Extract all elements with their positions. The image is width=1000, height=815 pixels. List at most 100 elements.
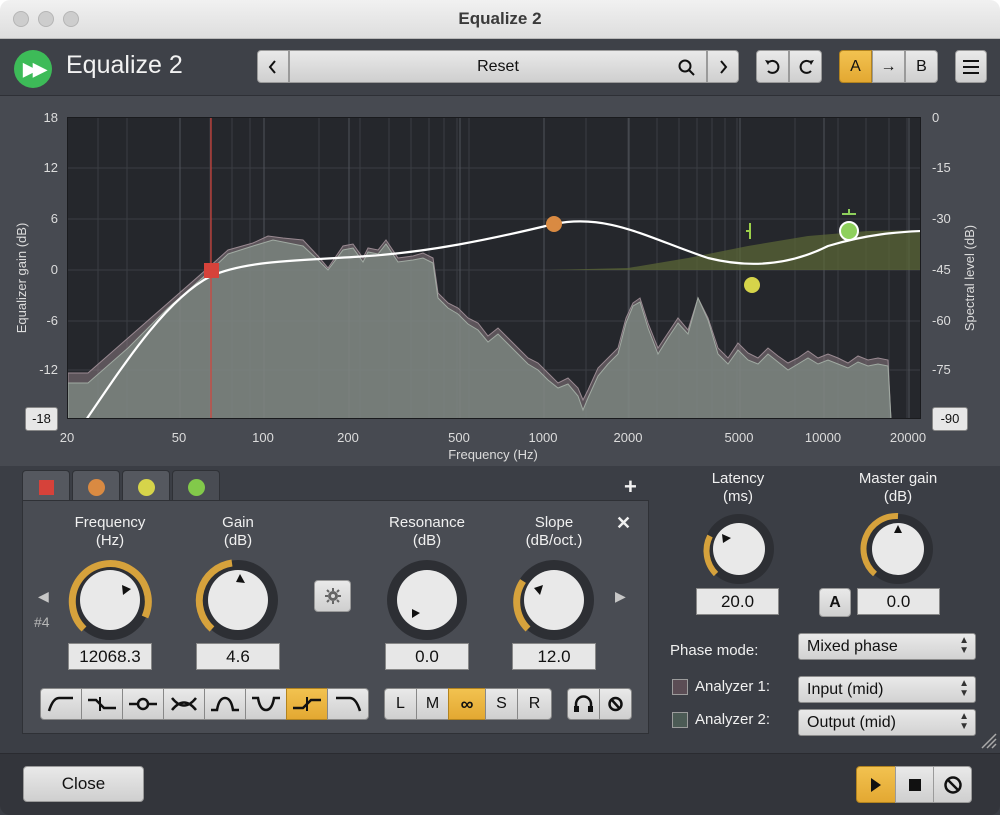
- master-gain-label: Master gain (dB): [858, 470, 938, 505]
- band-tab-2[interactable]: [72, 470, 120, 501]
- play-logo-icon[interactable]: ▶▶: [14, 50, 52, 88]
- next-band-icon[interactable]: ▶: [615, 588, 626, 605]
- menu-button[interactable]: [955, 50, 987, 83]
- previous-preset-button[interactable]: [257, 50, 289, 83]
- plugin-footer: [0, 753, 1000, 815]
- slope-value[interactable]: 12.0: [512, 643, 596, 670]
- band1-handle[interactable]: [204, 263, 219, 278]
- band-settings-button[interactable]: [314, 580, 351, 612]
- resonance-value[interactable]: 0.0: [385, 643, 469, 670]
- right-tick: -75: [932, 362, 951, 377]
- analyzer-2-label: Analyzer 2:: [695, 711, 771, 728]
- band-index-label: #4: [34, 614, 50, 630]
- left-tick: 12: [43, 160, 58, 175]
- right-tick: -60: [932, 313, 951, 328]
- high-shelf-icon: [293, 697, 321, 711]
- previous-band-icon[interactable]: ◀: [38, 588, 49, 605]
- frequency-value[interactable]: 12068.3: [68, 643, 152, 670]
- high-cut-filter-button[interactable]: [327, 688, 369, 720]
- frequency-knob[interactable]: [65, 555, 155, 645]
- ab-copy-arrow-button[interactable]: →: [872, 50, 905, 83]
- delete-band-icon[interactable]: ✕: [616, 513, 631, 534]
- gain-label: Gain (dB): [222, 514, 254, 549]
- band4-handle[interactable]: [839, 221, 859, 241]
- left-tick: 6: [50, 211, 58, 226]
- search-icon[interactable]: [678, 59, 696, 77]
- high-shelf-filter-button[interactable]: [286, 688, 328, 720]
- select-arrows-icon: ▲ ▼: [959, 711, 969, 732]
- right-axis-min-value[interactable]: -90: [932, 407, 968, 431]
- left-tick: -12: [39, 362, 58, 377]
- x-tick: 20: [59, 430, 75, 445]
- band-tab-3[interactable]: [122, 470, 170, 501]
- bandpass-filter-button[interactable]: [204, 688, 246, 720]
- right-tick: 0: [932, 110, 940, 125]
- band3-handle[interactable]: [744, 277, 760, 293]
- x-tick: 100: [252, 430, 274, 445]
- analyzer-2-checkbox[interactable]: [672, 712, 688, 728]
- resonance-knob[interactable]: [382, 555, 472, 645]
- left-tick: -6: [46, 313, 58, 328]
- window-title: Equalize 2: [458, 9, 542, 28]
- master-gain-value[interactable]: 0.0: [857, 588, 940, 615]
- redo-button[interactable]: [789, 50, 822, 83]
- band-listen-button[interactable]: [567, 688, 600, 720]
- analyzer-1-select[interactable]: Input (mid) ▲ ▼: [798, 676, 976, 703]
- left-tick: 0: [50, 262, 58, 277]
- peak-filter-button[interactable]: [122, 688, 164, 720]
- phase-mode-select[interactable]: Mixed phase ▲ ▼: [798, 633, 976, 660]
- channel-mid-button[interactable]: M: [416, 688, 449, 720]
- notch-filter-button[interactable]: [163, 688, 205, 720]
- undo-icon: [764, 59, 779, 74]
- band-tab-4[interactable]: [172, 470, 220, 502]
- latency-knob[interactable]: [700, 510, 778, 588]
- preset-name: Reset: [477, 58, 519, 75]
- x-tick: 500: [448, 430, 470, 445]
- preview-bypass-button[interactable]: [933, 766, 972, 803]
- phase-mode-label: Phase mode:: [670, 642, 759, 659]
- add-band-icon[interactable]: +: [624, 474, 637, 500]
- latency-value[interactable]: 20.0: [696, 588, 779, 615]
- analyzer-2-select[interactable]: Output (mid) ▲ ▼: [798, 709, 976, 736]
- low-shelf-filter-button[interactable]: [81, 688, 123, 720]
- master-gain-knob[interactable]: [859, 510, 937, 588]
- band4-resonance-marker[interactable]: [842, 209, 856, 215]
- undo-button[interactable]: [756, 50, 789, 83]
- band2-handle[interactable]: [546, 216, 562, 232]
- notch-icon: [171, 697, 197, 711]
- next-preset-button[interactable]: [707, 50, 739, 83]
- gain-value[interactable]: 4.6: [196, 643, 280, 670]
- bandstop-filter-button[interactable]: [245, 688, 287, 720]
- channel-left-button[interactable]: L: [384, 688, 417, 720]
- resize-grip-icon[interactable]: [978, 730, 998, 750]
- play-icon: [871, 778, 881, 792]
- frequency-label: Frequency (Hz): [74, 514, 146, 549]
- low-cut-filter-button[interactable]: [40, 688, 82, 720]
- eq-graph[interactable]: [67, 117, 921, 419]
- redo-icon: [799, 59, 814, 74]
- band-tab-1[interactable]: [22, 470, 70, 501]
- channel-stereo-button[interactable]: ∞: [448, 688, 486, 720]
- ab-b-button[interactable]: B: [905, 50, 938, 83]
- band3-width-marker[interactable]: [746, 223, 751, 239]
- analyzer-1-checkbox[interactable]: [672, 679, 688, 695]
- band-bypass-button[interactable]: [599, 688, 632, 720]
- band1-tab-icon: [39, 480, 54, 495]
- preview-stop-button[interactable]: [895, 766, 934, 803]
- gain-knob[interactable]: [193, 555, 283, 645]
- close-button[interactable]: Close: [23, 766, 144, 802]
- band3-tab-icon: [138, 479, 155, 496]
- left-axis-min-value[interactable]: -18: [25, 407, 58, 431]
- slope-knob[interactable]: [509, 555, 599, 645]
- bandstop-icon: [252, 696, 280, 712]
- channel-side-button[interactable]: S: [485, 688, 518, 720]
- preview-play-button[interactable]: [856, 766, 896, 803]
- x-axis-label: Frequency (Hz): [448, 447, 538, 462]
- ab-a-button[interactable]: A: [839, 50, 872, 83]
- chevron-left-icon: [268, 60, 276, 74]
- master-gain-auto-button[interactable]: A: [819, 588, 851, 617]
- app-name: Equalize 2: [66, 51, 183, 79]
- headphones-icon: [574, 695, 593, 712]
- channel-right-button[interactable]: R: [517, 688, 552, 720]
- preset-name-field[interactable]: Reset: [289, 50, 707, 83]
